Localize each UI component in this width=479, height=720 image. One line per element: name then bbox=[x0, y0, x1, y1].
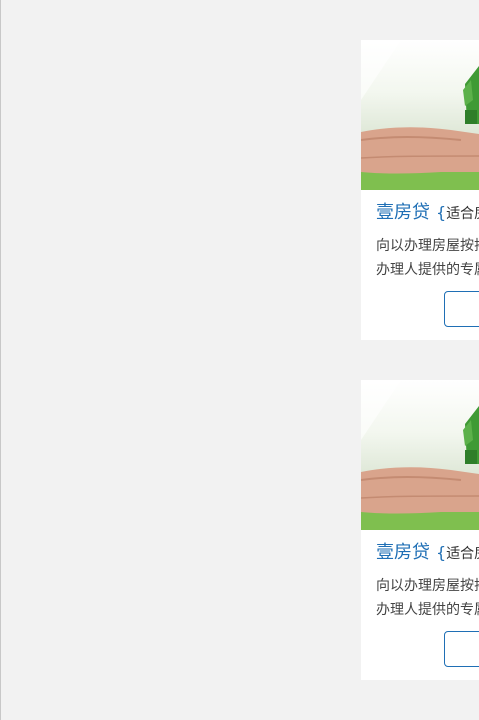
card-title-main[interactable]: 壹房贷 bbox=[376, 542, 430, 563]
card-title-brace: { bbox=[436, 203, 447, 222]
card-image bbox=[361, 40, 479, 190]
card-title-brace: { bbox=[436, 543, 447, 562]
card-description: 向以办理房屋按揭 办理人提供的专属 bbox=[376, 234, 479, 282]
card-desc-line-1: 向以办理房屋按揭 bbox=[376, 578, 479, 594]
product-card-1[interactable]: 壹房贷 {适合房 向以办理房屋按揭 办理人提供的专属 bbox=[361, 40, 479, 340]
card-image bbox=[361, 380, 479, 530]
card-desc-line-2: 办理人提供的专属 bbox=[376, 262, 479, 278]
card-description: 向以办理房屋按揭 办理人提供的专属 bbox=[376, 574, 479, 622]
hands-house-illustration bbox=[361, 40, 479, 190]
card-desc-line-1: 向以办理房屋按揭 bbox=[376, 238, 479, 254]
card-title: 壹房贷 {适合房 bbox=[376, 540, 479, 567]
card-title-sub: 适合房 bbox=[446, 206, 479, 222]
card-action-button[interactable] bbox=[444, 291, 479, 327]
card-title-main[interactable]: 壹房贷 bbox=[376, 202, 430, 223]
hands-house-illustration bbox=[361, 380, 479, 530]
product-card-2[interactable]: 壹房贷 {适合房 向以办理房屋按揭 办理人提供的专属 bbox=[361, 380, 479, 680]
card-desc-line-2: 办理人提供的专属 bbox=[376, 602, 479, 618]
card-action-button[interactable] bbox=[444, 631, 479, 667]
card-title-sub: 适合房 bbox=[446, 546, 479, 562]
page-left-border bbox=[0, 0, 1, 720]
card-title: 壹房贷 {适合房 bbox=[376, 200, 479, 227]
